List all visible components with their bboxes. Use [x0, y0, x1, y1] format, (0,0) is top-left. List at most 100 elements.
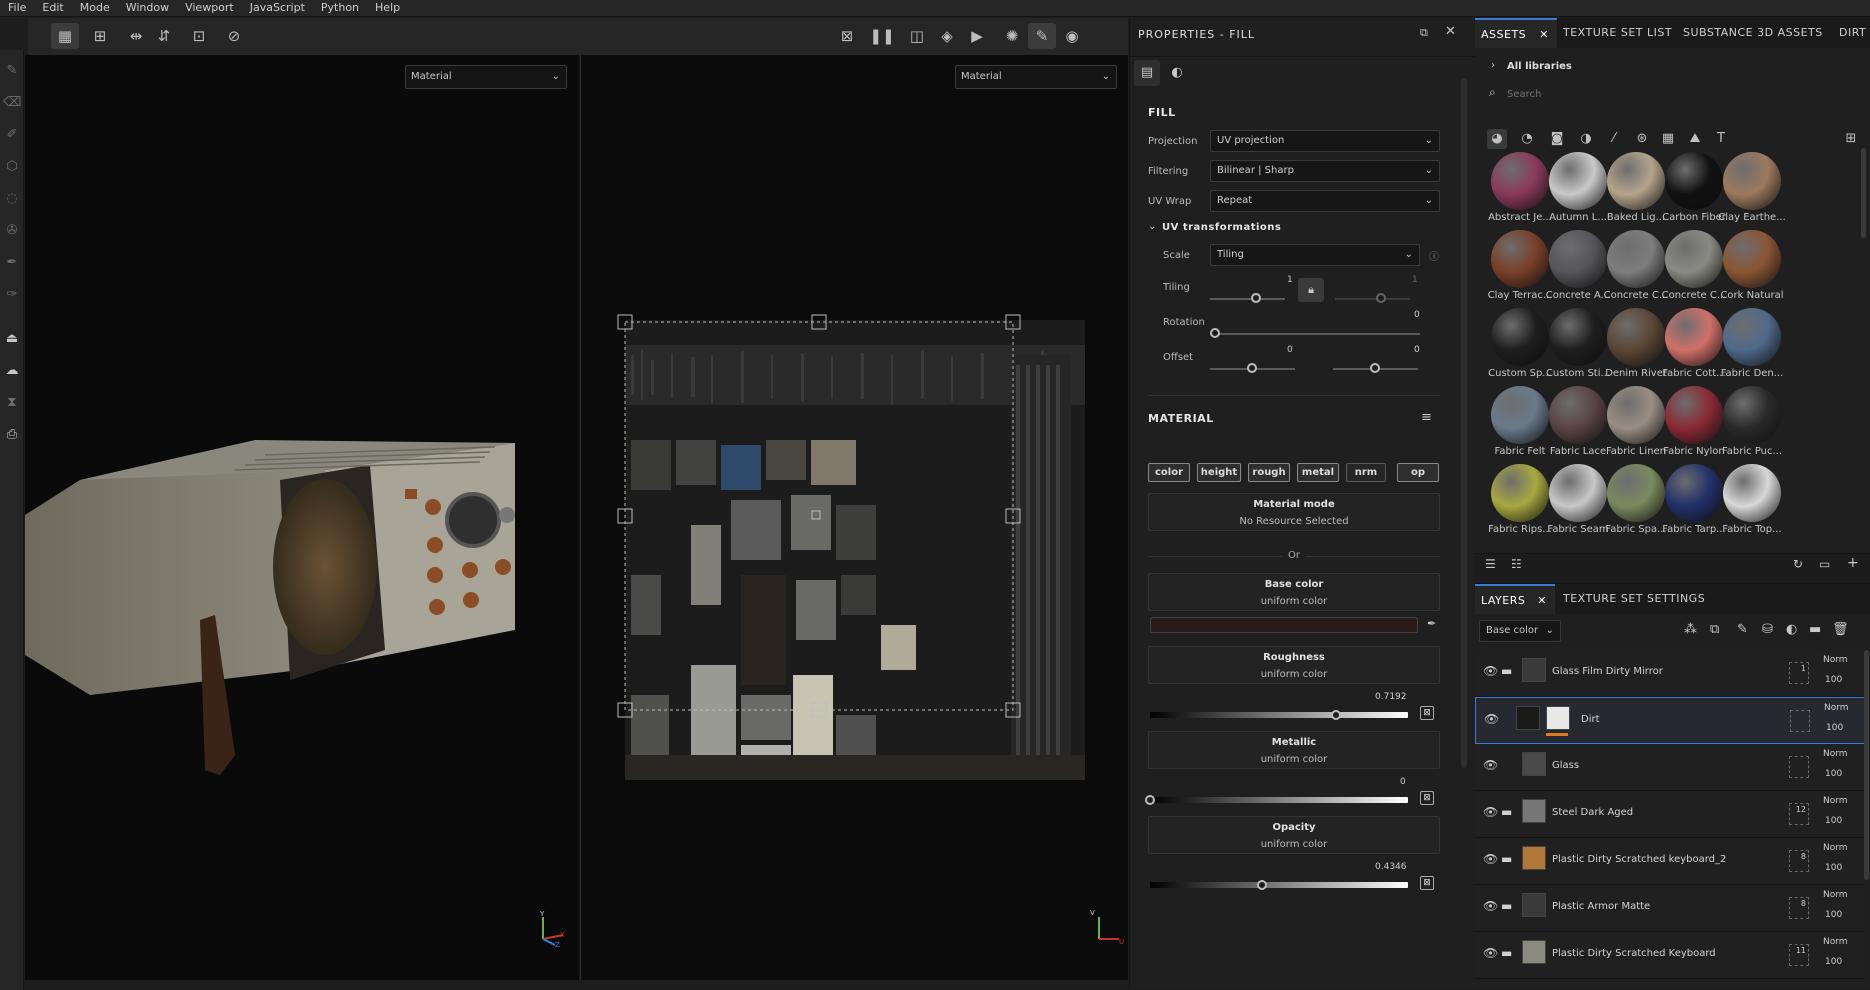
layer-row[interactable]: 👁︎ ▬ Glass Film Dirty Mirror 1 Norm 100: [1475, 650, 1865, 697]
layer-name[interactable]: Steel Dark Aged: [1552, 807, 1633, 818]
layer-mask-slot[interactable]: [1789, 756, 1809, 778]
channel-nrm-toggle[interactable]: nrm: [1346, 463, 1386, 482]
layer-opacity[interactable]: 100: [1825, 910, 1842, 920]
blend-mode[interactable]: Norm: [1823, 843, 1848, 853]
smart-material-filter-icon[interactable]: ◔: [1517, 129, 1537, 149]
tab-texture-set-settings[interactable]: TEXTURE SET SETTINGS: [1563, 584, 1705, 614]
folder-icon[interactable]: ▬: [1501, 664, 1512, 678]
projection-tool-icon[interactable]: ✐: [3, 126, 21, 144]
base-color-box[interactable]: Base color uniform color: [1148, 573, 1440, 611]
metallic-box[interactable]: Metallic uniform color: [1148, 731, 1440, 769]
blend-mode[interactable]: Norm: [1824, 703, 1849, 713]
texture-link-icon[interactable]: ⊠: [1420, 706, 1434, 720]
layer-name[interactable]: Glass Film Dirty Mirror: [1552, 666, 1663, 677]
layer-row[interactable]: 👁︎ ▬ Plastic Armor Matte 8 Norm 100: [1475, 885, 1865, 932]
assets-scrollbar[interactable]: [1861, 148, 1866, 238]
metallic-slider-knob[interactable]: [1145, 795, 1155, 805]
layer-mask-slot[interactable]: [1790, 710, 1810, 732]
opacity-slider-track[interactable]: [1150, 882, 1408, 888]
list-view-icon[interactable]: ☰: [1485, 557, 1496, 571]
tiling-slider-knob[interactable]: [1251, 293, 1261, 303]
polygon-fill-icon[interactable]: ⬡: [3, 158, 21, 176]
channel-op-toggle[interactable]: op: [1397, 463, 1439, 482]
grid-texture-filter-icon[interactable]: ▦: [1658, 129, 1678, 149]
visibility-eye-icon[interactable]: 👁︎: [1483, 664, 1498, 678]
layer-name[interactable]: Plastic Dirty Scratched Keyboard: [1552, 948, 1716, 959]
tab-dirt[interactable]: DIRT: [1839, 18, 1866, 48]
asset-item[interactable]: Fabric Den...: [1719, 306, 1785, 382]
pause-icon[interactable]: ❚❚: [868, 23, 896, 49]
asset-item[interactable]: Fabric Puc...: [1719, 384, 1785, 460]
projection-dropdown[interactable]: UV projection ⌄: [1210, 130, 1440, 152]
picker-tool-icon[interactable]: ✒: [3, 254, 21, 272]
layer-row[interactable]: 👁︎ ▬ Plastic Dirty Scratched keyboard_2 8 No…: [1475, 838, 1865, 885]
new-folder-icon[interactable]: ▭: [1819, 557, 1830, 571]
add-icon[interactable]: +: [1847, 555, 1859, 571]
menu-window[interactable]: Window: [118, 0, 177, 17]
paint-brush-icon[interactable]: ✎: [1028, 23, 1056, 49]
close-icon[interactable]: ✕: [1537, 586, 1547, 616]
cube-view-icon[interactable]: ◈: [933, 23, 961, 49]
layer-mask-slot[interactable]: 8: [1789, 850, 1809, 872]
channel-dropdown[interactable]: Base color ⌄: [1479, 620, 1561, 642]
blend-mode[interactable]: Norm: [1823, 749, 1848, 759]
refresh-icon[interactable]: ↻: [1793, 557, 1803, 571]
paint-tool-icon[interactable]: ✎: [3, 62, 21, 80]
folder-icon[interactable]: ▬: [1501, 946, 1512, 960]
fill-settings-tab-icon[interactable]: ▤: [1134, 60, 1160, 86]
procedural-filter-icon[interactable]: ⊛: [1632, 129, 1652, 149]
base-color-swatch[interactable]: [1150, 617, 1418, 633]
chevron-down-icon[interactable]: ⌄: [1148, 221, 1156, 232]
delete-icon[interactable]: 🗑︎: [1832, 622, 1849, 637]
add-paint-layer-icon[interactable]: ✎: [1737, 622, 1748, 637]
export-icon[interactable]: ⎙: [3, 426, 21, 444]
visibility-eye-icon[interactable]: 👁︎: [1483, 805, 1498, 819]
layer-mask-slot[interactable]: 8: [1789, 897, 1809, 919]
smudge-tool-icon[interactable]: ◌: [3, 190, 21, 208]
blend-mode[interactable]: Norm: [1823, 796, 1848, 806]
mask-filter-icon[interactable]: ◙: [1547, 129, 1567, 149]
menu-file[interactable]: File: [0, 0, 34, 17]
measure-tool-icon[interactable]: ✑: [3, 286, 21, 304]
layer-opacity[interactable]: 100: [1825, 957, 1842, 967]
blend-mode[interactable]: Norm: [1823, 890, 1848, 900]
layer-opacity[interactable]: 100: [1825, 769, 1842, 779]
visibility-eye-icon[interactable]: 👁︎: [1483, 852, 1498, 866]
search-input[interactable]: [1507, 84, 1847, 104]
add-folder-icon[interactable]: ▬: [1809, 622, 1821, 637]
layer-row[interactable]: 👁︎ Dirt Norm 100: [1475, 697, 1865, 744]
library-breadcrumb[interactable]: All libraries: [1507, 61, 1572, 72]
texture-link-icon[interactable]: ⊠: [1420, 791, 1434, 805]
layer-name[interactable]: Plastic Dirty Scratched keyboard_2: [1552, 854, 1726, 865]
layer-mask-slot[interactable]: 11: [1789, 944, 1809, 966]
layer-name[interactable]: Glass: [1552, 760, 1579, 771]
tab-layers[interactable]: LAYERS ✕: [1475, 584, 1555, 614]
maximize-icon[interactable]: ⧉: [1420, 26, 1428, 40]
text-filter-icon[interactable]: T: [1711, 129, 1731, 149]
scale-dropdown[interactable]: Tiling ⌄: [1210, 244, 1420, 266]
offset-u-slider-knob[interactable]: [1247, 363, 1257, 373]
material-mode-box[interactable]: Material mode No Resource Selected: [1148, 493, 1440, 531]
mirror-icon[interactable]: ⇵: [150, 23, 178, 49]
visibility-eye-icon[interactable]: 👁︎: [1484, 712, 1499, 726]
layers-scrollbar[interactable]: [1864, 650, 1869, 880]
add-frame-icon[interactable]: ⊡: [185, 23, 213, 49]
symmetry-icon[interactable]: ⇹: [122, 23, 150, 49]
magic-wand-icon[interactable]: ⁂: [1684, 622, 1697, 637]
roughness-slider-knob[interactable]: [1330, 710, 1341, 720]
rotation-slider-track[interactable]: [1210, 333, 1420, 335]
split-view-icon[interactable]: ◫: [903, 23, 931, 49]
viewport-3d[interactable]: Material ⌄ Y X Z: [25, 55, 579, 980]
add-mask-icon[interactable]: ◐: [1786, 622, 1797, 637]
layer-opacity[interactable]: 100: [1825, 675, 1842, 685]
grid-options-icon[interactable]: ⊞: [86, 23, 114, 49]
filtering-dropdown[interactable]: Bilinear | Sharp ⌄: [1210, 160, 1440, 182]
layer-name[interactable]: Dirt: [1581, 714, 1600, 725]
light-icon[interactable]: ✺: [998, 23, 1026, 49]
layer-opacity[interactable]: 100: [1825, 816, 1842, 826]
chevron-right-icon[interactable]: ›: [1491, 60, 1495, 71]
camera-icon[interactable]: ▶: [963, 23, 991, 49]
tiling-slider-track[interactable]: [1210, 298, 1285, 300]
roughness-box[interactable]: Roughness uniform color: [1148, 646, 1440, 684]
layer-opacity[interactable]: 100: [1826, 723, 1843, 733]
